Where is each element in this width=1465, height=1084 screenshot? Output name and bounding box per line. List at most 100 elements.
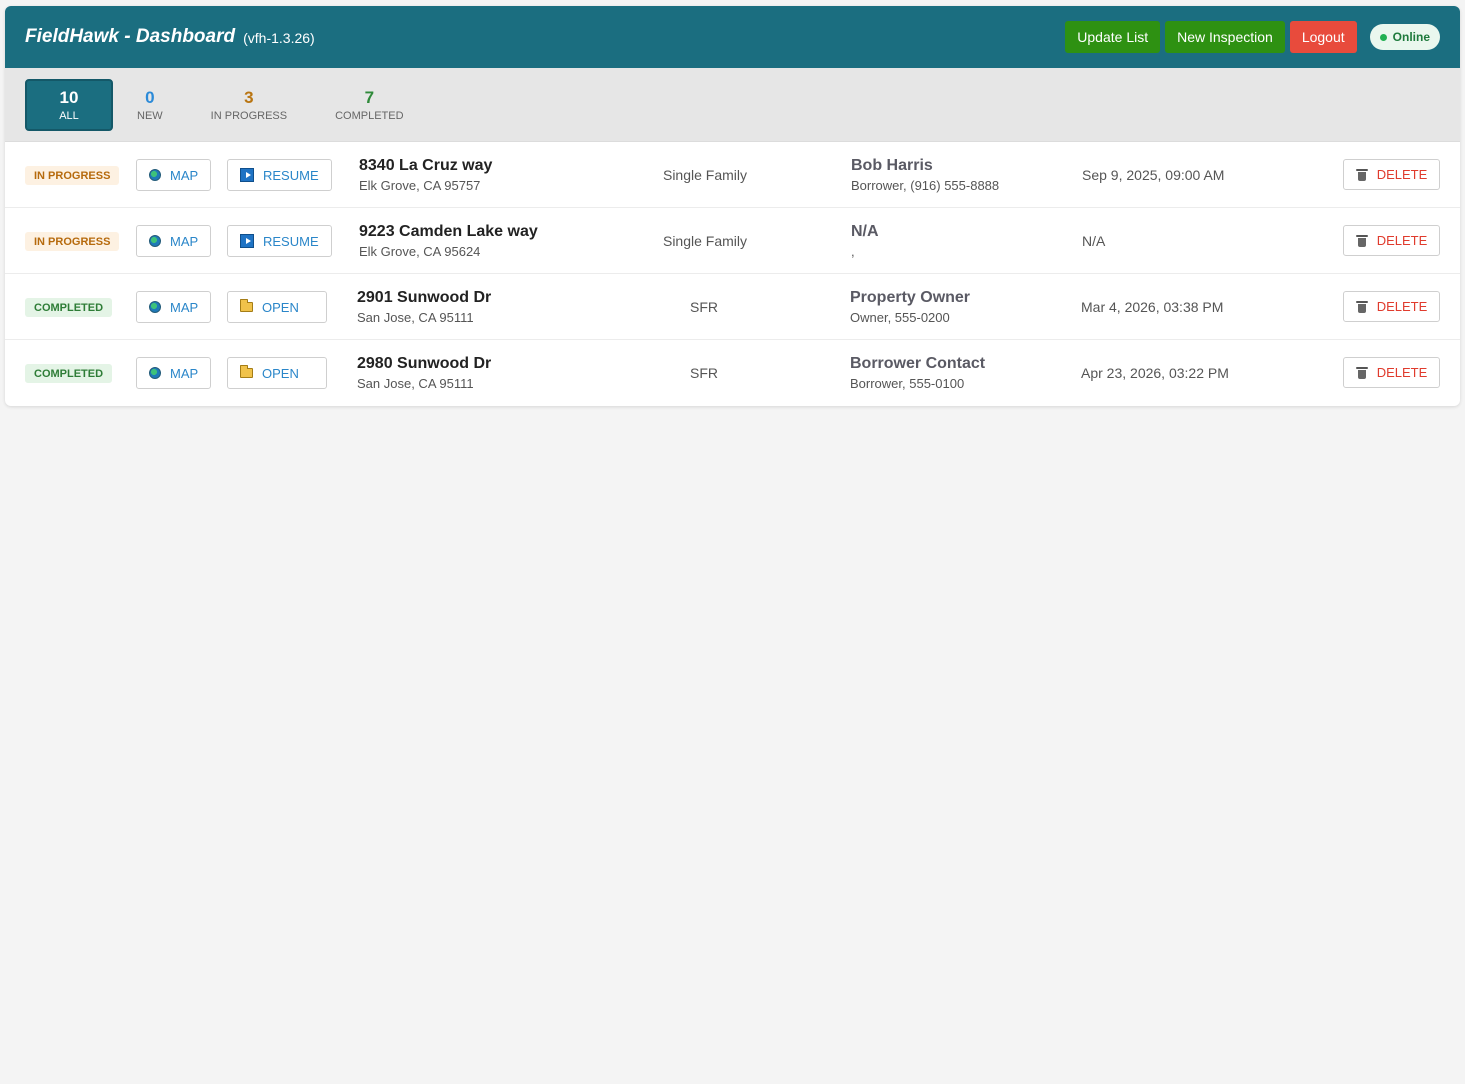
delete-button[interactable]: DELETE (1343, 225, 1440, 256)
address-city: San Jose, CA 95111 (357, 310, 474, 325)
inspection-date: N/A (1082, 233, 1106, 249)
property-type: Single Family (662, 233, 748, 249)
tab-label: COMPLETED (335, 109, 404, 122)
new-inspection-button[interactable]: New Inspection (1165, 21, 1285, 53)
play-icon (240, 168, 254, 182)
open-button[interactable]: OPEN (227, 357, 327, 389)
inspection-date: Sep 9, 2025, 09:00 AM (1082, 167, 1225, 183)
tab-count: 7 (364, 87, 375, 107)
map-label: MAP (170, 233, 199, 249)
contact-name: Bob Harris (851, 157, 933, 174)
filter-tabs: 10 ALL 0 NEW 3 IN PROGRESS 7 COMPLETED (5, 68, 1460, 142)
trash-icon (1355, 366, 1368, 379)
tab-label: IN PROGRESS (210, 109, 288, 122)
inspection-date: Mar 4, 2026, 03:38 PM (1081, 299, 1224, 315)
contact-info: Borrower, 555-0100 (850, 376, 965, 391)
open-button[interactable]: OPEN (227, 291, 327, 323)
address-street: 9223 Camden Lake way (359, 223, 538, 240)
delete-button[interactable]: DELETE (1343, 159, 1440, 190)
delete-button[interactable]: DELETE (1343, 357, 1440, 388)
resume-label: RESUME (263, 167, 319, 183)
map-button[interactable]: MAP (136, 291, 212, 323)
folder-icon (240, 299, 253, 312)
contact-info: , (851, 244, 855, 259)
contact-name: Property Owner (850, 289, 971, 306)
open-label: OPEN (262, 299, 299, 315)
address-street: 2980 Sunwood Dr (357, 355, 492, 372)
trash-icon (1355, 300, 1368, 313)
resume-label: RESUME (263, 233, 319, 249)
address-street: 2901 Sunwood Dr (357, 289, 492, 306)
contact: Borrower Contact Borrower, 555-0100 (850, 355, 985, 391)
table-row: COMPLETED MAP OPEN 2980 Sunwood Dr San J… (5, 340, 1460, 406)
address-city: Elk Grove, CA 95624 (359, 244, 481, 259)
folder-icon (240, 365, 253, 378)
contact: Property Owner Owner, 555-0200 (850, 289, 970, 325)
tab-label: ALL (59, 109, 79, 122)
delete-label: DELETE (1376, 233, 1428, 248)
contact: Bob Harris Borrower, (916) 555-8888 (851, 157, 999, 193)
version-label: (vfh-1.3.26) (243, 30, 315, 46)
resume-button[interactable]: RESUME (227, 159, 332, 191)
play-icon (240, 234, 254, 248)
inspection-list: IN PROGRESS MAP RESUME 8340 La Cruz way … (5, 142, 1460, 406)
delete-label: DELETE (1376, 167, 1428, 182)
globe-icon (149, 169, 161, 181)
address: 8340 La Cruz way Elk Grove, CA 95757 (359, 157, 492, 193)
property-type: Single Family (662, 167, 748, 183)
tab-all[interactable]: 10 ALL (25, 78, 113, 131)
contact-info: Borrower, (916) 555-8888 (851, 178, 1000, 193)
update-list-button[interactable]: Update List (1065, 21, 1161, 53)
online-dot-icon (1379, 33, 1387, 41)
tab-count: 3 (244, 87, 254, 107)
tab-new[interactable]: 0 NEW (113, 79, 187, 131)
resume-button[interactable]: RESUME (227, 225, 332, 257)
status-label: Online (1392, 30, 1430, 44)
map-button[interactable]: MAP (136, 357, 212, 389)
status-badge: Online (1369, 24, 1440, 50)
inspection-date: Apr 23, 2026, 03:22 PM (1081, 365, 1229, 381)
contact: N/A , (851, 223, 879, 259)
globe-icon (149, 235, 161, 247)
globe-icon (149, 301, 161, 313)
property-type: SFR (690, 365, 718, 381)
table-row: IN PROGRESS MAP RESUME 8340 La Cruz way … (5, 142, 1460, 208)
tab-count: 0 (145, 87, 155, 107)
delete-button[interactable]: DELETE (1343, 291, 1440, 322)
map-label: MAP (170, 365, 199, 381)
delete-label: DELETE (1376, 365, 1428, 380)
address: 2980 Sunwood Dr San Jose, CA 95111 (357, 355, 491, 391)
app-header: FieldHawk - Dashboard (vfh-1.3.26) Updat… (5, 6, 1460, 68)
map-button[interactable]: MAP (136, 159, 212, 191)
status-badge: IN PROGRESS (25, 166, 120, 185)
address: 9223 Camden Lake way Elk Grove, CA 95624 (359, 223, 538, 259)
status-badge: COMPLETED (25, 298, 113, 317)
dashboard-card: FieldHawk - Dashboard (vfh-1.3.26) Updat… (5, 6, 1460, 406)
map-label: MAP (170, 167, 199, 183)
tab-label: NEW (137, 109, 163, 122)
tab-completed[interactable]: 7 COMPLETED (311, 79, 427, 131)
address-city: San Jose, CA 95111 (357, 376, 474, 391)
map-button[interactable]: MAP (136, 225, 212, 257)
trash-icon (1355, 168, 1368, 181)
header-actions: Update List New Inspection Logout Online (1065, 21, 1440, 53)
contact-name: N/A (851, 223, 879, 240)
tab-count: 10 (59, 87, 79, 107)
trash-icon (1355, 234, 1368, 247)
status-badge: COMPLETED (25, 364, 113, 383)
page-title: FieldHawk - Dashboard (25, 26, 236, 47)
table-row: IN PROGRESS MAP RESUME 9223 Camden Lake … (5, 208, 1460, 274)
property-type: SFR (690, 299, 718, 315)
address-street: 8340 La Cruz way (359, 157, 493, 174)
logout-button[interactable]: Logout (1289, 21, 1357, 53)
map-label: MAP (170, 299, 199, 315)
delete-label: DELETE (1376, 299, 1428, 314)
contact-name: Borrower Contact (850, 355, 986, 372)
open-label: OPEN (262, 365, 299, 381)
contact-info: Owner, 555-0200 (850, 310, 950, 325)
address-city: Elk Grove, CA 95757 (359, 178, 481, 193)
tab-in-progress[interactable]: 3 IN PROGRESS (187, 79, 311, 131)
status-badge: IN PROGRESS (25, 232, 120, 251)
globe-icon (149, 367, 161, 379)
address: 2901 Sunwood Dr San Jose, CA 95111 (357, 289, 491, 325)
